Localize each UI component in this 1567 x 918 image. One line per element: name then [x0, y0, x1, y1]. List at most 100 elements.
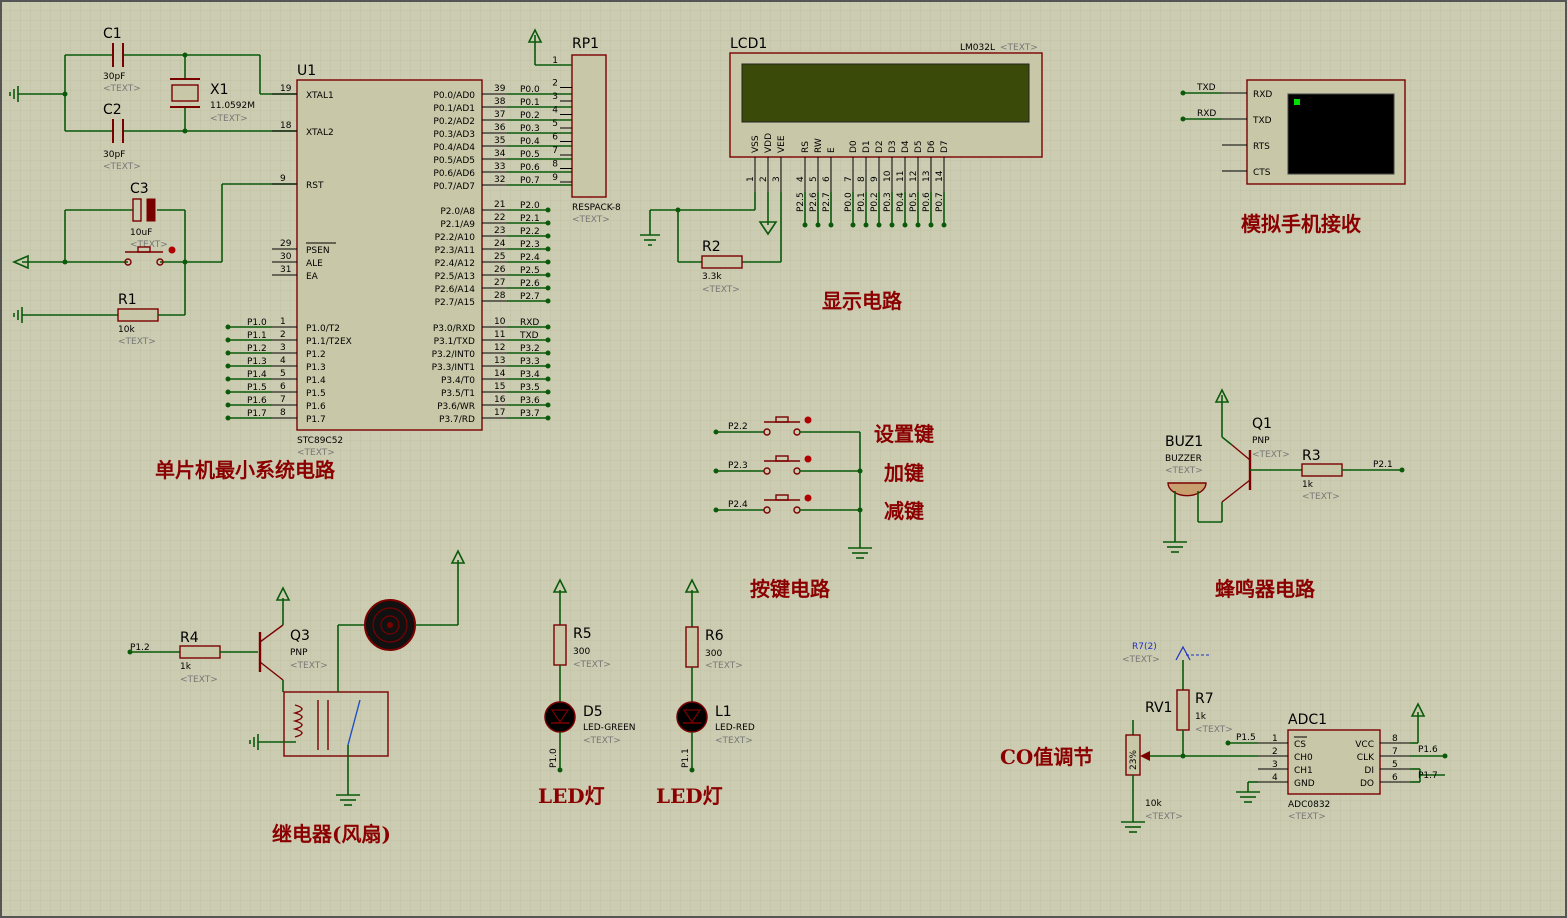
buz1-value: BUZZER	[1165, 454, 1202, 464]
net-label: P2.7	[520, 292, 540, 302]
terminal-screen	[1287, 93, 1395, 175]
lcd-pin-name: VDD	[764, 133, 774, 153]
u1-pin-number: 27	[494, 278, 505, 288]
net-label: P2.4	[520, 253, 540, 263]
c1-value: 30pF	[103, 72, 125, 82]
terminal-pin-name: RXD	[1253, 90, 1272, 100]
net-label: TXD	[519, 331, 539, 341]
u1-pin-name: P0.3/AD3	[433, 130, 475, 140]
net-label: P1.2	[130, 643, 150, 653]
adc-pin-name: GND	[1294, 779, 1315, 789]
net-label: P3.3	[520, 357, 540, 367]
adc-pin-name: DO	[1360, 779, 1374, 789]
net-label: P0.6	[520, 163, 540, 173]
u1-pin-number: 17	[494, 408, 505, 418]
net-label: P0.3	[520, 124, 540, 134]
net-label: P3.6	[520, 396, 540, 406]
rv1-body-label: 23%	[1129, 750, 1139, 770]
u1-pin-name: P3.4/T0	[441, 376, 475, 386]
net-label: P0.5	[909, 192, 919, 212]
u1-pin-number: 8	[280, 408, 286, 418]
net-label: P0.0	[844, 192, 854, 212]
u1-pin-number: 12	[494, 343, 505, 353]
caption-led1: LED灯	[538, 784, 605, 808]
d5-text: <TEXT>	[583, 736, 621, 746]
net-label: TXD	[1196, 83, 1216, 93]
u1-pin-number: 19	[280, 84, 292, 94]
r1-text: <TEXT>	[118, 337, 156, 347]
u1-value: STC89C52	[297, 436, 343, 446]
adc-pin-name: VCC	[1355, 740, 1374, 750]
adc-pin-name: CH0	[1294, 753, 1313, 763]
lcd-screen	[741, 63, 1030, 123]
u1-pin-name: P2.6/A14	[435, 285, 476, 295]
net-label: P1.7	[247, 409, 267, 419]
lcd-pin-name: RW	[814, 138, 824, 153]
u1-pin-number: 35	[494, 136, 505, 146]
net-label: P0.6	[922, 192, 932, 212]
u1-pin-number: 2	[280, 330, 286, 340]
net-label: P1.6	[1418, 745, 1438, 755]
q3-ref: Q3	[290, 628, 310, 644]
adc-pin-number: 3	[1272, 760, 1278, 770]
d5-value: LED-GREEN	[583, 723, 636, 733]
lcd-pin-name: RS	[801, 141, 811, 153]
net-label: P2.2	[728, 422, 748, 432]
lcd-pin-number: 13	[922, 171, 932, 182]
u1-pin-number: 22	[494, 213, 505, 223]
rp1-pin-number: 4	[552, 106, 558, 116]
net-label: RXD	[520, 318, 539, 328]
u1-pin-name: P2.5/A13	[435, 272, 475, 282]
net-label: P1.1	[681, 748, 691, 768]
caption-key-add: 加键	[883, 461, 924, 485]
u1-pin-name: EA	[306, 272, 319, 282]
net-label: P2.6	[520, 279, 540, 289]
adc-pin-name: CLK	[1357, 753, 1375, 763]
u1-pin-name: P3.6/WR	[437, 402, 475, 412]
net-label: P3.5	[520, 383, 540, 393]
u1-pin-name: P1.4	[306, 376, 326, 386]
net-label: P0.4	[520, 137, 540, 147]
r3-text: <TEXT>	[1302, 492, 1340, 502]
u1-pin-number: 5	[280, 369, 286, 379]
l1-value: LED-RED	[715, 723, 755, 733]
u1-pin-number: 36	[494, 123, 506, 133]
fan-motor-icon[interactable]	[364, 599, 416, 651]
lcd-pin-name: D6	[927, 140, 937, 153]
lcd-pin-number: 11	[896, 171, 906, 182]
x1-value: 11.0592M	[210, 101, 255, 111]
c2-value: 30pF	[103, 150, 125, 160]
u1-pin-name: ALE	[306, 259, 323, 269]
q1-value: PNP	[1252, 436, 1270, 446]
r2-ref: R2	[702, 239, 721, 255]
u1-pin-name: P1.3	[306, 363, 326, 373]
u1-pin-name: P3.3/INT1	[432, 363, 475, 373]
net-label: P2.4	[728, 500, 748, 510]
d5-ref: D5	[583, 704, 603, 720]
rp1-pin-number: 6	[552, 133, 558, 143]
net-label: P1.7	[1418, 771, 1438, 781]
net-label: P1.2	[247, 344, 267, 354]
net-label: P1.0	[549, 748, 559, 768]
terminal-pin-name: CTS	[1253, 168, 1271, 178]
r5-value: 300	[573, 647, 590, 657]
rp1-text: <TEXT>	[572, 215, 610, 225]
net-label: P1.6	[247, 396, 267, 406]
lcd1-text: <TEXT>	[1000, 43, 1038, 53]
u1-pin-number: 4	[280, 356, 286, 366]
rp1-ref: RP1	[572, 36, 599, 52]
u1-pin-number: 24	[494, 239, 506, 249]
caption-led2: LED灯	[656, 784, 723, 808]
u1-pin-name: P0.7/AD7	[433, 182, 475, 192]
lcd-pin-number: 9	[870, 176, 880, 182]
u1-pin-name: P2.0/A8	[440, 207, 475, 217]
caption-relay: 继电器(风扇)	[272, 822, 391, 846]
u1-pin-number: 3	[280, 343, 286, 353]
r4-value: 1k	[180, 662, 192, 672]
net-label: P2.5	[520, 266, 540, 276]
caption-co: CO值调节	[1000, 745, 1093, 769]
c1-ref: C1	[103, 26, 122, 42]
net-label: P0.2	[870, 192, 880, 212]
u1-pin-number: 14	[494, 369, 506, 379]
c3-text: <TEXT>	[130, 240, 168, 250]
